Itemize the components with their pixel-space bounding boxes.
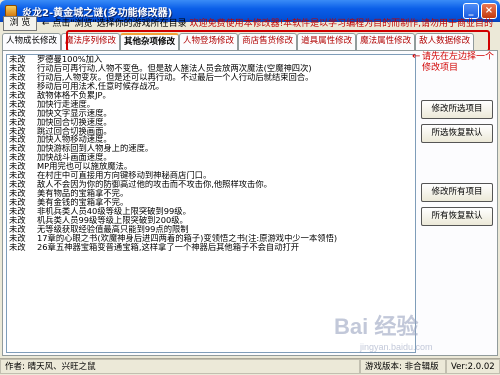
item-status: 未改 <box>9 171 26 181</box>
item-status: 未改 <box>9 233 26 243</box>
tab-enemy-data[interactable]: 敌人数据修改 <box>415 33 475 50</box>
tip-prefix: ← 点击"浏览"选择你的游戏所在目录 <box>42 19 187 29</box>
restore-all-button[interactable]: 所有恢复默认 <box>421 207 493 226</box>
list-item[interactable]: 未改 加快回合切换速度。 <box>7 118 415 127</box>
item-status: 未改 <box>9 224 26 234</box>
list-item[interactable]: 未改 17章的心眼之书(欢魔神身后进四两着的箱子)变领悟之书(注:原游戏中少一本领… <box>7 234 415 243</box>
item-status: 未改 <box>9 63 26 73</box>
list-item[interactable]: 未改 26章五神器宝箱变普通宝箱,这样拿了一个神器后其他箱子不会自动打开 <box>7 243 415 252</box>
item-status: 未改 <box>9 189 26 198</box>
modify-all-button[interactable]: 修改所有项目 <box>421 183 493 202</box>
item-status: 未改 <box>9 162 26 172</box>
item-text: 17章的心眼之书(欢魔神身后进四两着的箱子)变领悟之书(注:原游戏中少一本领悟) <box>37 233 338 243</box>
item-status: 未改 <box>9 90 26 100</box>
item-status: 未改 <box>9 108 26 118</box>
item-status: 未改 <box>9 144 26 154</box>
item-text: 在村庄中可直接用方向键移动到神秘商店门口。 <box>37 171 212 181</box>
item-text: 26章五神器宝箱变普通宝箱,这样拿了一个神器后其他箱子不会自动打开 <box>37 242 300 252</box>
item-status: 未改 <box>9 180 26 190</box>
tab-misc[interactable]: 其他杂项修改 <box>120 33 180 50</box>
item-text: 加快文字显示速度。 <box>37 108 112 118</box>
browse-button[interactable]: 浏 览 <box>3 16 37 31</box>
item-text: 加快行走速度。 <box>37 99 96 109</box>
item-text: 敌人不会因为你的防御高过他的攻击而不攻击你,他照样攻击你。 <box>37 180 272 190</box>
list-item[interactable]: 未改 跳过回合切换画面。 <box>7 127 415 136</box>
item-status: 未改 <box>9 215 26 225</box>
item-text: 加快战斗画面速度。 <box>37 153 112 163</box>
tab-strip: 人物成长修改 魔法序列修改 其他杂项修改 人物登场修改 商店售货修改 道具属性修… <box>2 33 475 50</box>
item-status: 未改 <box>9 99 26 109</box>
item-text: 行动后,人物变灰。但是还可以再行动。不过最后一个人行动后就结束回合。 <box>37 72 314 82</box>
tab-magic-attributes[interactable]: 魔法属性修改 <box>356 33 416 50</box>
list-item[interactable]: 未改 美有金钱的宝箱拿不完。 <box>7 198 415 207</box>
item-text: 敌物体格不负累JP。 <box>37 90 111 100</box>
tab-item-attributes[interactable]: 道具属性修改 <box>297 33 357 50</box>
item-status: 未改 <box>9 117 26 127</box>
item-status: 未改 <box>9 153 26 163</box>
select-item-note: 请先在左边择一个修改项目 <box>422 52 495 73</box>
item-text: MP用完也可以施放魔法。 <box>37 162 133 172</box>
item-text: 无等级获取经验值最高只能到99点的限制 <box>37 224 189 234</box>
list-item[interactable]: 未改 非机兵类人员40级等级上限突破到99级。 <box>7 207 415 216</box>
list-item[interactable]: 未改 MP用完也可以施放魔法。 <box>7 162 415 171</box>
item-text: 移动后可用法术,任意时候存战况。 <box>37 81 165 91</box>
list-item[interactable]: 未改 无等级获取经验值最高只能到99点的限制 <box>7 225 415 234</box>
item-text: 美有物品的宝箱拿不完。 <box>37 189 129 198</box>
option-list[interactable]: 未改 罗德曼100%加入 未改 行动后可再行动,人物不变色。但是敌人施法人员会放两次… <box>6 54 416 353</box>
item-text: 机兵类人员99级等级上限突破到200级。 <box>37 215 188 225</box>
list-item[interactable]: 未改 行动后,人物变灰。但是还可以再行动。不过最后一个人行动后就结束回合。 <box>7 73 415 82</box>
author-label: 作者: 晴天风、兴旺之鼠 <box>0 359 360 374</box>
status-bar: 作者: 晴天风、兴旺之鼠 游戏版本: 非合辑版 Ver:2.0.02 <box>0 358 500 375</box>
app-version-label: Ver:2.0.02 <box>446 359 500 374</box>
item-status: 未改 <box>9 242 26 252</box>
list-item[interactable]: 未改 行动后可再行动,人物不变色。但是敌人施法人员会放两次魔法(空魔神四次) <box>7 64 415 73</box>
list-item[interactable]: 未改 敌物体格不负累JP。 <box>7 91 415 100</box>
list-item[interactable]: 未改 机兵类人员99级等级上限突破到200级。 <box>7 216 415 225</box>
item-status: 未改 <box>9 206 26 216</box>
list-item[interactable]: 未改 加快行走速度。 <box>7 100 415 109</box>
tip-disclaimer: 欢迎免费使用本修改器!本软件是以学习编程为目的而制作,请勿用于商业目的 <box>189 19 494 29</box>
list-item[interactable]: 未改 移动后可用法术,任意时候存战况。 <box>7 82 415 91</box>
game-version-label: 游戏版本: 非合辑版 <box>360 359 446 374</box>
directory-tip: ← 点击"浏览"选择你的游戏所在目录 欢迎免费使用本修改器!本软件是以学习编程为… <box>42 16 493 29</box>
tab-character-appearance[interactable]: 人物登场修改 <box>179 33 239 50</box>
item-status: 未改 <box>9 55 26 64</box>
tab-magic-sequence[interactable]: 魔法序列修改 <box>61 33 121 50</box>
list-item[interactable]: 未改 敌人不会因为你的防御高过他的攻击而不攻击你,他照样攻击你。 <box>7 180 415 189</box>
item-text: 加快人物移动速度。 <box>37 135 112 145</box>
item-text: 跳过回合切换画面。 <box>37 126 112 136</box>
list-item[interactable]: 未改 罗德曼100%加入 <box>7 55 415 64</box>
item-status: 未改 <box>9 135 26 145</box>
item-text: 罗德曼100%加入 <box>37 55 103 64</box>
item-text: 行动后可再行动,人物不变色。但是敌人施法人员会放两次魔法(空魔神四次) <box>37 63 312 73</box>
modify-selected-button[interactable]: 修改所选项目 <box>421 100 493 119</box>
tab-character-growth[interactable]: 人物成长修改 <box>2 33 62 50</box>
list-item[interactable]: 未改 加快游标回到人物身上的速度。 <box>7 144 415 153</box>
item-text: 加快游标回到人物身上的速度。 <box>37 144 154 154</box>
item-status: 未改 <box>9 126 26 136</box>
tab-shop-goods[interactable]: 商店售货修改 <box>238 33 298 50</box>
item-status: 未改 <box>9 81 26 91</box>
list-item[interactable]: 未改 美有物品的宝箱拿不完。 <box>7 189 415 198</box>
item-status: 未改 <box>9 72 26 82</box>
list-item[interactable]: 未改 加快战斗画面速度。 <box>7 153 415 162</box>
tab-panel: 未改 罗德曼100%加入 未改 行动后可再行动,人物不变色。但是敌人施法人员会放两次… <box>2 50 498 356</box>
item-text: 非机兵类人员40级等级上限突破到99级。 <box>37 206 191 216</box>
item-text: 美有金钱的宝箱拿不完。 <box>37 198 129 207</box>
list-item[interactable]: 未改 在村庄中可直接用方向键移动到神秘商店门口。 <box>7 171 415 180</box>
item-text: 加快回合切换速度。 <box>37 117 112 127</box>
list-item[interactable]: 未改 加快人物移动速度。 <box>7 135 415 144</box>
restore-selected-button[interactable]: 所选恢复默认 <box>421 124 493 143</box>
item-status: 未改 <box>9 198 26 207</box>
list-item[interactable]: 未改 加快文字显示速度。 <box>7 109 415 118</box>
